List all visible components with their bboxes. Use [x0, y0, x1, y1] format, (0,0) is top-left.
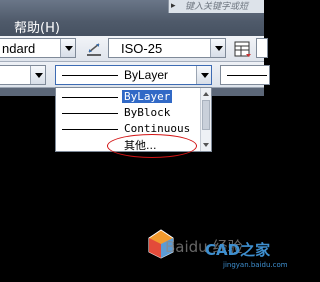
search-arrow-icon[interactable]: ▸: [171, 1, 181, 11]
option-label: Continuous: [124, 122, 191, 135]
color-control-combo[interactable]: [0, 65, 46, 85]
linetype-value: ByLayer: [124, 68, 169, 82]
menu-bar: 帮助(H) ▸ 键入关键字或短: [0, 0, 264, 36]
lineweight-preview: [227, 75, 267, 76]
option-label: ByBlock: [124, 106, 171, 119]
lineweight-control-combo[interactable]: [220, 65, 270, 85]
styles-toolbar: ndard ISO-25: [0, 36, 268, 62]
chevron-down-icon[interactable]: [210, 39, 225, 57]
table-style-icon[interactable]: [233, 39, 253, 59]
annotation-ellipse: [107, 134, 197, 158]
list-item[interactable]: ByLayer: [56, 89, 201, 105]
watermark-url: jingyan.baidu.com: [223, 261, 288, 269]
linetype-sample: [62, 129, 118, 130]
watermark-brand: CAD之家: [205, 241, 271, 259]
list-item[interactable]: Continuous: [56, 121, 201, 137]
properties-toolbar: ByLayer: [0, 62, 270, 88]
option-label: ByLayer: [122, 90, 173, 103]
watermark: Baidu 经验 CAD之家 jingyan.baidu.com: [145, 206, 288, 282]
scroll-down-icon[interactable]: [203, 143, 209, 147]
dim-style-value: ISO-25: [121, 41, 163, 56]
help-search-placeholder: 键入关键字或短: [185, 2, 249, 12]
help-search-box[interactable]: ▸ 键入关键字或短: [168, 0, 264, 13]
dropdown-scrollbar[interactable]: [200, 88, 211, 151]
dim-style-combo[interactable]: ISO-25: [108, 38, 226, 58]
linetype-sample: [62, 97, 118, 98]
dimension-style-icon[interactable]: [84, 39, 104, 59]
chevron-down-icon[interactable]: [30, 66, 45, 84]
linetype-control-combo[interactable]: ByLayer: [55, 65, 212, 85]
linetype-sample: [62, 113, 118, 114]
text-style-combo[interactable]: ndard: [0, 38, 76, 58]
menu-help[interactable]: 帮助(H): [14, 17, 60, 36]
chevron-down-icon[interactable]: [196, 66, 211, 84]
text-style-value: ndard: [2, 41, 36, 56]
list-item[interactable]: ByBlock: [56, 105, 201, 121]
scroll-thumb[interactable]: [202, 100, 210, 130]
chevron-down-icon[interactable]: [60, 39, 75, 57]
table-style-combo[interactable]: [256, 38, 268, 58]
scroll-up-icon[interactable]: [203, 92, 209, 96]
linetype-preview: [62, 75, 118, 76]
